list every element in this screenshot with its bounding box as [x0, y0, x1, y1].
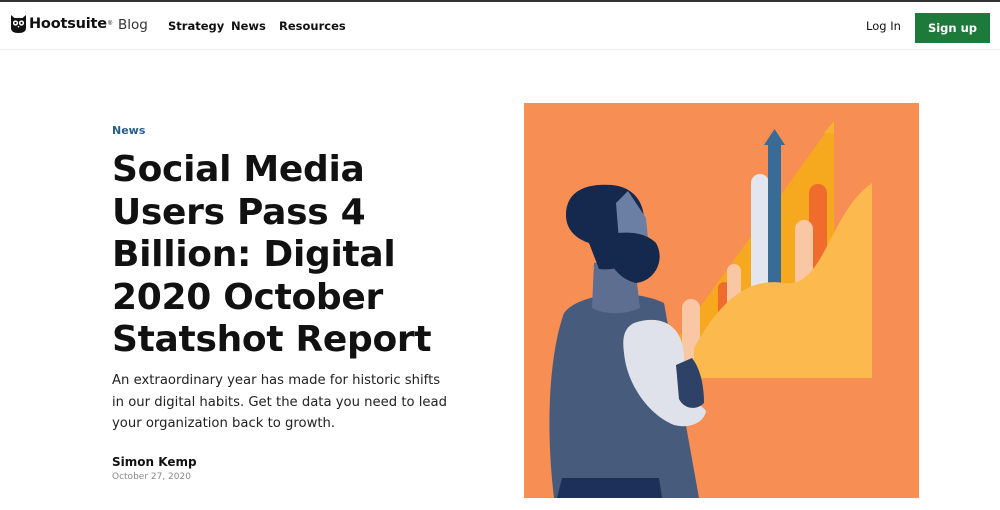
article-subtitle: An extraordinary year has made for histo…	[112, 373, 447, 431]
category-link[interactable]: News	[112, 124, 145, 137]
author-link[interactable]: Simon Kemp	[112, 455, 197, 469]
nav-link-resources[interactable]: Resources	[279, 19, 346, 33]
owl-logo-icon	[11, 15, 26, 33]
blog-link[interactable]: Blog	[118, 17, 148, 33]
login-link[interactable]: Log In	[866, 19, 901, 33]
nav-link-strategy[interactable]: Strategy	[168, 19, 224, 33]
hootsuite-logo[interactable]: Hootsuite ®	[10, 14, 112, 34]
top-navigation: Hootsuite ® Blog Strategy News Resources …	[0, 2, 1000, 50]
article-title: Social Media Users Pass 4 Billion: Digit…	[112, 149, 432, 360]
logo-trademark: ®	[107, 21, 113, 27]
publish-date: October 27, 2020	[112, 472, 191, 482]
signup-button[interactable]: Sign up	[915, 13, 990, 43]
nav-link-news[interactable]: News	[231, 19, 266, 33]
logo-wordmark: Hootsuite	[29, 16, 107, 32]
chart-arrow-bar	[768, 143, 781, 283]
hero-illustration	[524, 103, 919, 498]
person-pants	[557, 478, 662, 498]
